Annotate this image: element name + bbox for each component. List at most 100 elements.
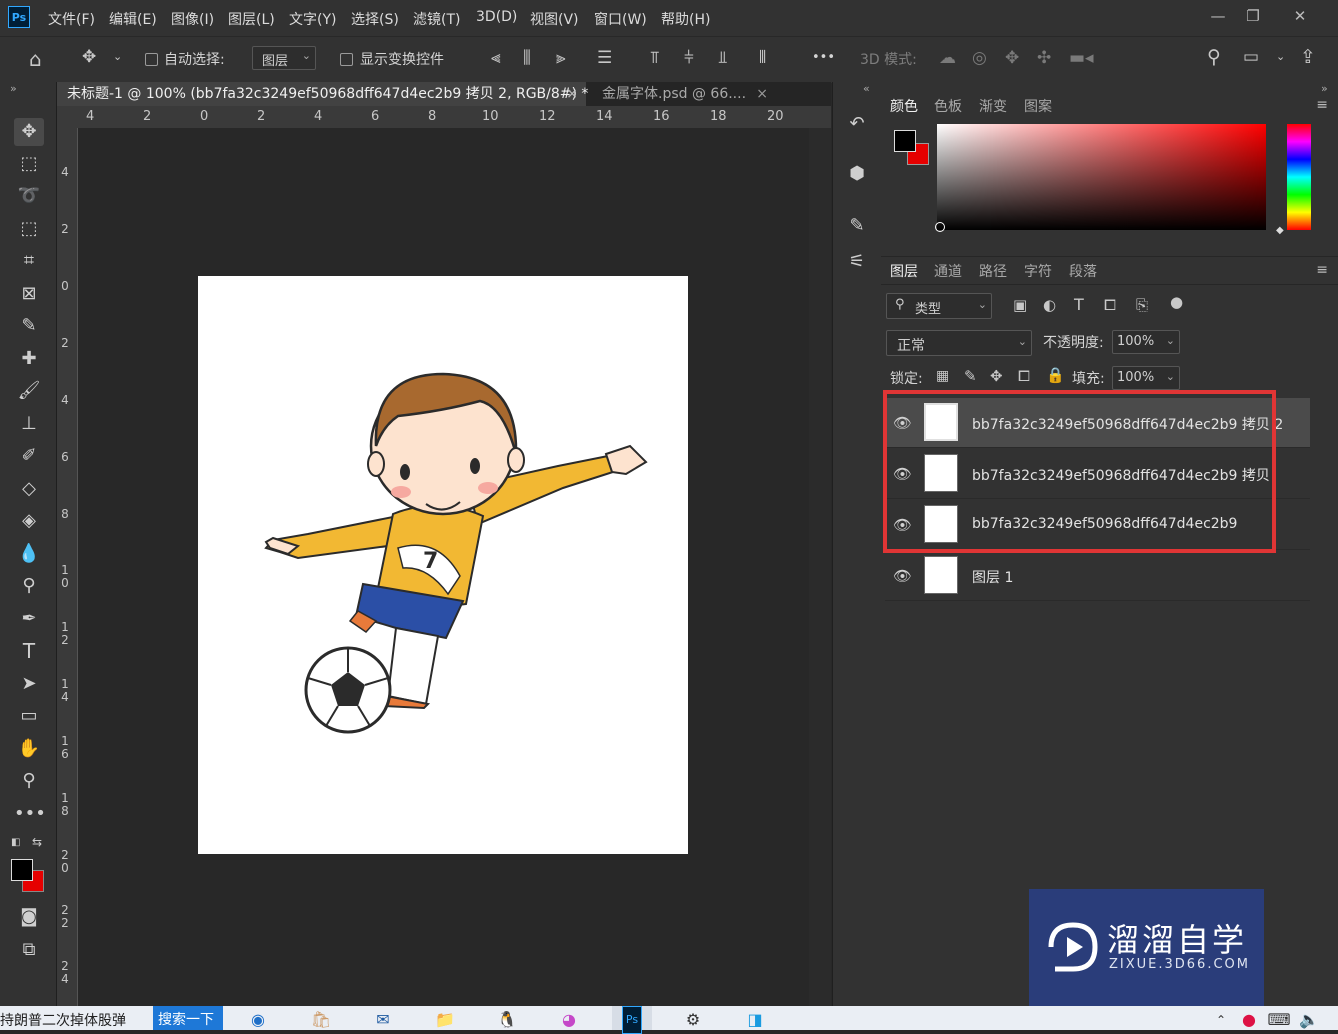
close-tab-icon[interactable]: × <box>756 82 768 106</box>
close-window-button[interactable]: ✕ <box>1280 3 1320 29</box>
menu-window[interactable]: 窗口(W) <box>594 9 647 29</box>
filter-pixel-icon[interactable]: ▣ <box>1013 296 1027 314</box>
align-center-h-icon[interactable]: ⫼ <box>523 48 531 68</box>
keyboard-icon[interactable]: ⌨ <box>1266 1010 1292 1030</box>
store-icon[interactable]: 🛍 <box>308 1010 334 1030</box>
filter-smart-object-icon[interactable]: ⎘ <box>1136 296 1148 314</box>
workspace-chevron-icon[interactable]: ⌄ <box>1276 50 1285 63</box>
fill-input[interactable]: 100% ⌄ <box>1112 366 1180 390</box>
restore-button[interactable]: ❐ <box>1233 3 1273 29</box>
filter-type-icon[interactable]: T <box>1074 295 1084 314</box>
show-transform-checkbox[interactable] <box>340 53 353 66</box>
edge-browser-icon[interactable]: ◉ <box>245 1010 271 1030</box>
auto-select-checkbox[interactable] <box>145 53 158 66</box>
align-middle-v-icon[interactable]: ⫩ <box>684 48 694 68</box>
vertical-scrollbar[interactable] <box>809 128 831 1006</box>
crop-tool-button[interactable]: ⌗ <box>14 247 44 275</box>
eraser-tool-button[interactable]: ◇ <box>14 475 44 503</box>
qq-icon[interactable]: 🐧 <box>494 1010 520 1030</box>
history-brush-tool-button[interactable]: ✐ <box>14 442 44 470</box>
edit-toolbar-button[interactable]: ••• <box>14 800 46 828</box>
color-picker-handle[interactable] <box>935 222 945 232</box>
mail-icon[interactable]: ✉ <box>370 1010 396 1030</box>
minimize-button[interactable]: — <box>1198 3 1238 29</box>
layer-row[interactable]: 👁 图层 1 <box>885 551 1310 601</box>
swap-colors-icon[interactable]: ⇆ <box>32 835 42 849</box>
distribute-h-icon[interactable]: ☰ <box>597 48 612 68</box>
layers-panel-menu-icon[interactable]: ≡ <box>1316 262 1328 278</box>
tab-layers[interactable]: 图层 <box>890 261 918 281</box>
close-tab-icon[interactable]: × <box>566 82 578 106</box>
distribute-v-icon[interactable]: ⫴ <box>759 48 766 68</box>
document-canvas[interactable]: 7 <box>198 276 688 854</box>
frame-tool-button[interactable]: ⊠ <box>14 280 44 308</box>
workspace-icon[interactable]: ▭ <box>1243 47 1259 67</box>
lasso-tool-button[interactable]: ➰ <box>14 182 44 210</box>
menu-view[interactable]: 视图(V) <box>530 9 579 29</box>
filter-shape-icon[interactable]: ⧠ <box>1104 296 1116 314</box>
menu-file[interactable]: 文件(F) <box>48 9 95 29</box>
menu-edit[interactable]: 编辑(E) <box>109 9 157 29</box>
lock-transparent-icon[interactable]: ▦ <box>936 368 949 384</box>
volume-icon[interactable]: 🔈 <box>1296 1010 1322 1030</box>
share-icon[interactable]: ⇪ <box>1300 46 1316 68</box>
3d-panel-icon[interactable]: ⬢ <box>843 160 871 188</box>
default-colors-icon[interactable]: ◧ <box>11 837 20 848</box>
menu-help[interactable]: 帮助(H) <box>661 9 710 29</box>
file-explorer-icon[interactable]: 📁 <box>432 1010 458 1030</box>
menu-type[interactable]: 文字(Y) <box>289 9 336 29</box>
collapse-dock-icon[interactable]: « <box>863 82 870 95</box>
tab-channels[interactable]: 通道 <box>934 261 962 281</box>
align-top-icon[interactable]: ⫪ <box>650 48 660 68</box>
hand-tool-button[interactable]: ✋ <box>14 735 44 763</box>
dodge-tool-button[interactable]: ⚲ <box>14 572 44 600</box>
tray-chevron-icon[interactable]: ⌃ <box>1208 1010 1234 1030</box>
menu-select[interactable]: 选择(S) <box>351 9 399 29</box>
menu-filter[interactable]: 滤镜(T) <box>413 9 460 29</box>
brush-settings-icon[interactable]: ✎ <box>843 212 871 240</box>
color-picker-field[interactable] <box>937 124 1266 230</box>
opacity-input[interactable]: 100% ⌄ <box>1112 330 1180 354</box>
visibility-eye-icon[interactable]: 👁 <box>893 567 912 585</box>
search-icon[interactable]: ⚲ <box>1207 46 1221 68</box>
filter-adjustment-icon[interactable]: ◐ <box>1043 296 1056 314</box>
layer-filter-dropdown[interactable]: ⚲ 类型 ⌄ <box>886 293 992 319</box>
healing-brush-tool-button[interactable]: ✚ <box>14 345 44 373</box>
tab-character[interactable]: 字符 <box>1024 261 1052 281</box>
menu-3d[interactable]: 3D(D) <box>476 9 517 25</box>
move-tool-button[interactable]: ✥ <box>14 118 44 146</box>
browser-icon[interactable]: ◕ <box>556 1010 582 1030</box>
search-button[interactable]: 搜索一下 <box>153 1006 223 1030</box>
collapse-toolbar-icon[interactable]: » <box>10 82 17 95</box>
tab-color[interactable]: 颜色 <box>890 96 918 116</box>
type-tool-button[interactable]: T <box>14 637 44 665</box>
blend-mode-dropdown[interactable]: 正常 ⌄ <box>886 330 1032 356</box>
align-right-icon[interactable]: ⫸ <box>556 48 566 68</box>
news-ticker[interactable]: 持朗普二次掉体股弹 <box>0 1010 126 1030</box>
tray-app-icon[interactable]: ● <box>1236 1010 1262 1030</box>
eyedropper-tool-button[interactable]: ✎ <box>14 312 44 340</box>
collapse-panels-icon[interactable]: » <box>1321 82 1328 95</box>
lock-all-icon[interactable]: 🔒 <box>1046 366 1065 384</box>
filter-toggle-icon[interactable]: ● <box>1170 293 1183 311</box>
settings-gear-icon[interactable]: ⚙ <box>680 1010 706 1030</box>
menu-image[interactable]: 图像(I) <box>171 9 214 29</box>
home-icon[interactable]: ⌂ <box>29 47 42 71</box>
stamp-tool-button[interactable]: ⊥ <box>14 410 44 438</box>
lock-artboard-icon[interactable]: ⧠ <box>1018 367 1030 385</box>
hue-slider[interactable] <box>1287 124 1311 230</box>
screen-mode-button[interactable]: ⧉ <box>14 936 44 964</box>
rectangle-tool-button[interactable]: ▭ <box>14 702 44 730</box>
auto-select-target-dropdown[interactable]: 图层 ⌄ <box>252 46 316 70</box>
foreground-color-swatch[interactable] <box>894 130 916 152</box>
lock-image-icon[interactable]: ✎ <box>964 367 977 385</box>
history-panel-icon[interactable]: ↶ <box>843 110 871 138</box>
tool-preset-chevron-icon[interactable]: ⌄ <box>113 50 122 63</box>
brush-tool-button[interactable]: 🖌 <box>14 377 44 405</box>
quick-mask-button[interactable]: ◙ <box>14 903 44 931</box>
hue-slider-handle[interactable]: ◆ <box>1276 225 1284 236</box>
tab-paths[interactable]: 路径 <box>979 261 1007 281</box>
paint-bucket-tool-button[interactable]: ◈ <box>14 507 44 535</box>
move-tool-icon[interactable]: ✥ <box>82 47 96 67</box>
app-icon[interactable]: ◨ <box>742 1010 768 1030</box>
